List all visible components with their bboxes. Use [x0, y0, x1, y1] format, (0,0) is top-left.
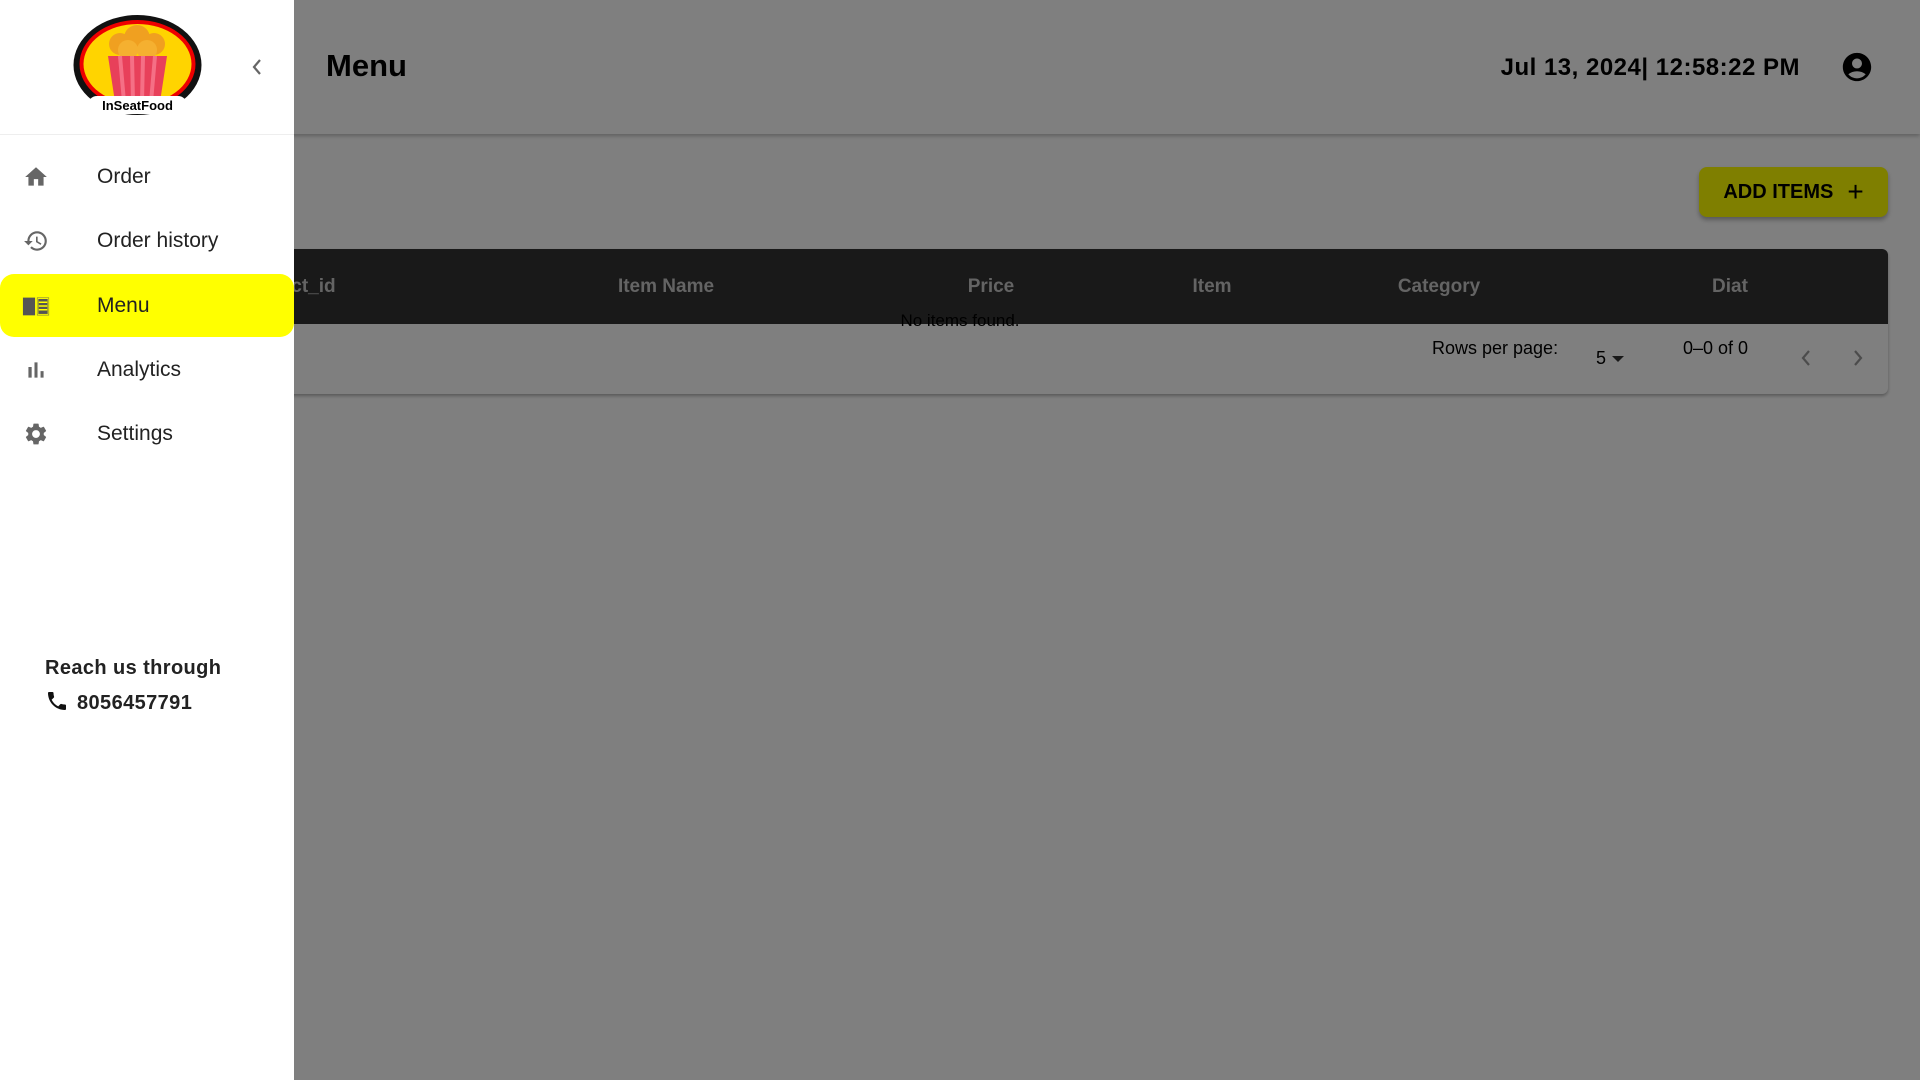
sidebar-item-analytics[interactable]: Analytics: [0, 338, 294, 401]
contact-phone: 8056457791: [45, 689, 192, 718]
gear-icon: [22, 421, 50, 447]
sidebar-item-menu[interactable]: Menu: [0, 274, 294, 337]
collapse-sidebar-button[interactable]: [245, 55, 269, 79]
sidebar-item-order[interactable]: Order: [0, 145, 294, 208]
bar-chart-icon: [22, 357, 50, 383]
sidebar-item-settings[interactable]: Settings: [0, 402, 294, 465]
sidebar-item-label: Order history: [97, 228, 219, 252]
phone-icon: [45, 689, 69, 718]
chevron-left-icon: [252, 59, 261, 75]
logo-text: InSeatFood: [102, 98, 173, 113]
sidebar-item-label: Settings: [97, 421, 173, 445]
sidebar-divider: [0, 134, 294, 135]
inseatfood-logo: InSeatFood: [72, 14, 203, 120]
sidebar-item-label: Order: [97, 164, 151, 188]
history-icon: [22, 228, 50, 254]
sidebar: InSeatFood Order Order history Menu Anal…: [0, 0, 294, 1080]
phone-number[interactable]: 8056457791: [77, 692, 192, 715]
menu-book-icon: [22, 293, 50, 319]
sidebar-item-order-history[interactable]: Order history: [0, 209, 294, 272]
sidebar-item-label: Menu: [97, 293, 150, 317]
contact-heading: Reach us through: [45, 657, 222, 679]
sidebar-item-label: Analytics: [97, 357, 182, 381]
home-icon: [22, 164, 50, 190]
